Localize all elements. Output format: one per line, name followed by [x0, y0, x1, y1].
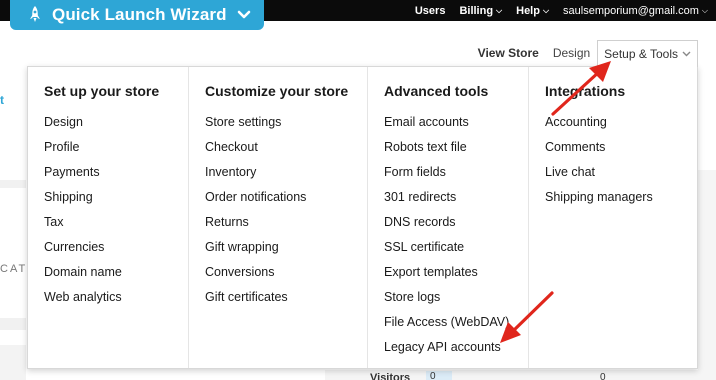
chevron-down-icon: ⌵: [542, 5, 550, 15]
menu-column-advanced: Advanced tools Email accounts Robots tex…: [368, 67, 529, 368]
menu-item-file-access[interactable]: File Access (WebDAV): [384, 315, 528, 340]
billing-menu[interactable]: Billing ⌵: [459, 5, 502, 17]
menu-item-checkout[interactable]: Checkout: [205, 140, 367, 165]
background-partial-text: t: [0, 93, 4, 107]
quick-launch-wizard-button[interactable]: Quick Launch Wizard: [10, 0, 264, 30]
menu-item-dns-records[interactable]: DNS records: [384, 215, 528, 240]
menu-item-domain-name[interactable]: Domain name: [44, 265, 188, 290]
menu-item-comments[interactable]: Comments: [545, 140, 699, 165]
design-link[interactable]: Design: [546, 46, 597, 60]
menu-item-email-accounts[interactable]: Email accounts: [384, 115, 528, 140]
menu-item-store-logs[interactable]: Store logs: [384, 290, 528, 315]
help-label: Help: [516, 4, 540, 17]
visitors-value: 0: [426, 371, 452, 380]
menu-item-live-chat[interactable]: Live chat: [545, 165, 699, 190]
menu-item-ssl-certificate[interactable]: SSL certificate: [384, 240, 528, 265]
menu-column-setup: Set up your store Design Profile Payment…: [28, 67, 189, 368]
menu-item-shipping-managers[interactable]: Shipping managers: [545, 190, 699, 215]
menu-item-order-notifications[interactable]: Order notifications: [205, 190, 367, 215]
background-divider: [0, 345, 26, 380]
menu-item-store-settings[interactable]: Store settings: [205, 115, 367, 140]
menu-item-accounting[interactable]: Accounting: [545, 115, 699, 140]
background-partial-text: CAT: [0, 263, 28, 275]
column-heading: Set up your store: [44, 83, 160, 99]
menu-item-design[interactable]: Design: [44, 115, 188, 140]
menu-item-form-fields[interactable]: Form fields: [384, 165, 528, 190]
menu-item-conversions[interactable]: Conversions: [205, 265, 367, 290]
column-heading: Advanced tools: [384, 83, 489, 99]
help-menu[interactable]: Help ⌵: [516, 5, 549, 17]
store-subnav: View Store Design Setup & Tools: [471, 40, 698, 67]
menu-item-301-redirects[interactable]: 301 redirects: [384, 190, 528, 215]
menu-item-export-templates[interactable]: Export templates: [384, 265, 528, 290]
menu-item-web-analytics[interactable]: Web analytics: [44, 290, 188, 315]
column-heading: Customize your store: [205, 83, 349, 99]
menu-item-inventory[interactable]: Inventory: [205, 165, 367, 190]
menu-column-integrations: Integrations Accounting Comments Live ch…: [529, 67, 699, 368]
menu-item-shipping[interactable]: Shipping: [44, 190, 188, 215]
column-heading: Integrations: [545, 83, 626, 99]
menu-item-tax[interactable]: Tax: [44, 215, 188, 240]
setup-tools-menu[interactable]: Setup & Tools: [597, 40, 698, 67]
menu-column-customize: Customize your store Store settings Chec…: [189, 67, 368, 368]
menu-item-currencies[interactable]: Currencies: [44, 240, 188, 265]
menu-item-robots-text-file[interactable]: Robots text file: [384, 140, 528, 165]
billing-label: Billing: [459, 4, 494, 17]
chevron-down-icon: ⌵: [701, 5, 708, 15]
setup-tools-dropdown: Set up your store Design Profile Payment…: [27, 66, 698, 369]
chevron-down-icon: [237, 10, 250, 19]
menu-item-gift-wrapping[interactable]: Gift wrapping: [205, 240, 367, 265]
menu-item-returns[interactable]: Returns: [205, 215, 367, 240]
visitors-label: Visitors: [370, 372, 411, 380]
chevron-down-icon: ⌵: [496, 5, 503, 15]
visitors-value: 0: [600, 372, 606, 380]
background-divider: [0, 318, 26, 330]
top-nav: Users Billing ⌵ Help ⌵ saulsemporium@gmail…: [415, 0, 708, 21]
account-menu[interactable]: saulsemporium@gmail.com ⌵: [563, 5, 708, 17]
users-label: Users: [414, 4, 446, 17]
view-store-link[interactable]: View Store: [471, 46, 546, 60]
background-panel: [698, 170, 716, 380]
chevron-down-icon: [682, 51, 691, 57]
menu-item-gift-certificates[interactable]: Gift certificates: [205, 290, 367, 315]
users-menu[interactable]: Users: [415, 5, 446, 17]
rocket-icon: [30, 6, 40, 22]
wizard-label: Quick Launch Wizard: [52, 5, 227, 24]
menu-item-legacy-api-accounts[interactable]: Legacy API accounts: [384, 340, 528, 365]
menu-item-payments[interactable]: Payments: [44, 165, 188, 190]
setup-tools-label: Setup & Tools: [604, 47, 678, 61]
background-divider: [0, 180, 26, 188]
account-email: saulsemporium@gmail.com: [563, 4, 699, 17]
menu-item-profile[interactable]: Profile: [44, 140, 188, 165]
